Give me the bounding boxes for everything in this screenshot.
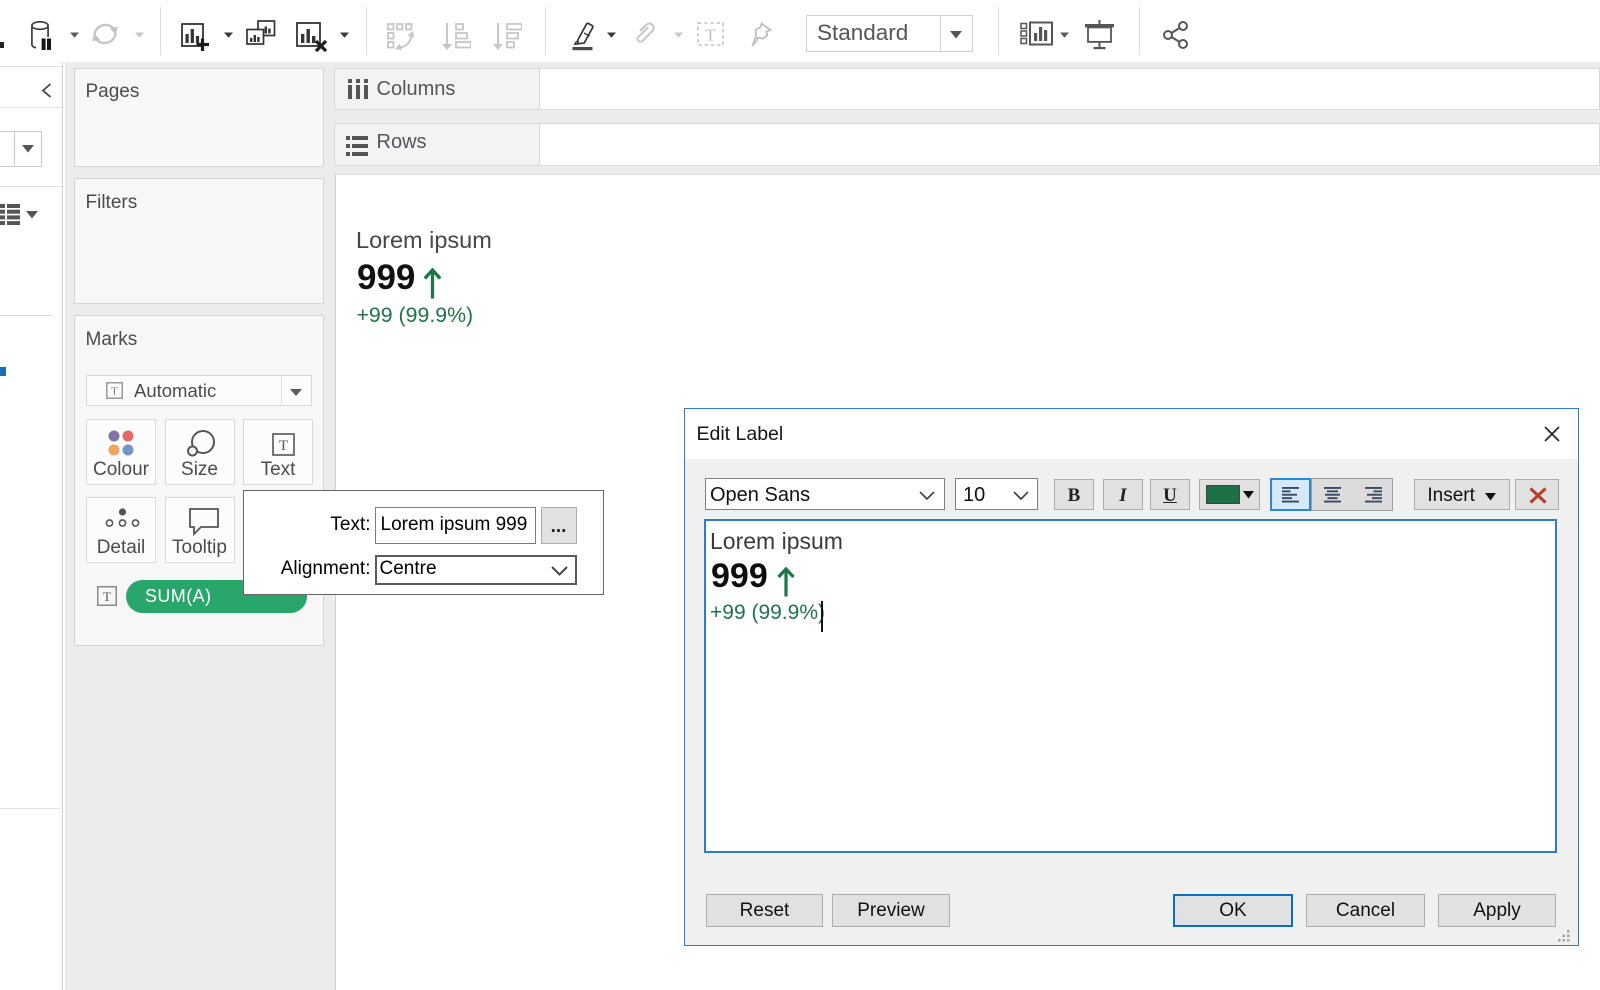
svg-text:T: T bbox=[103, 589, 111, 604]
svg-text:T: T bbox=[705, 25, 716, 44]
svg-text:T: T bbox=[111, 386, 118, 398]
svg-text:T: T bbox=[279, 438, 288, 454]
